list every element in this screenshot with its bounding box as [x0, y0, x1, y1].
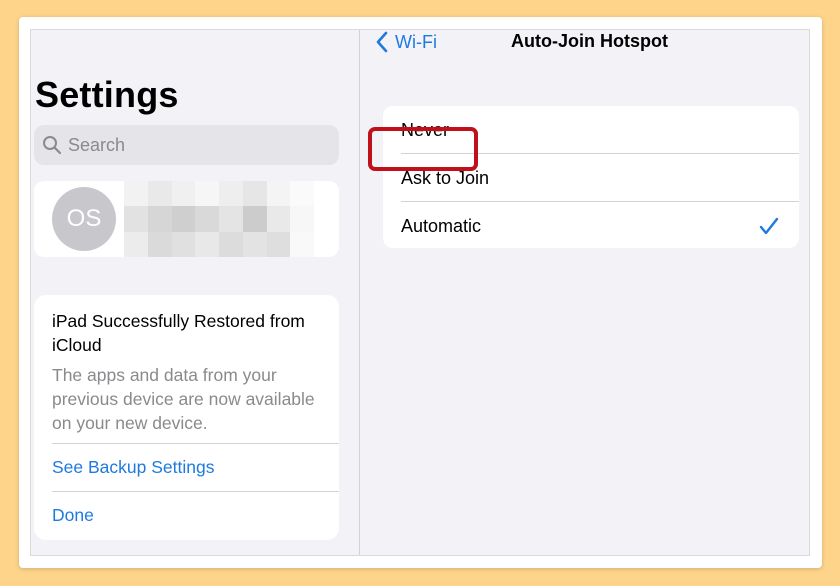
search-icon	[43, 136, 62, 155]
restore-notice-card: iPad Successfully Restored from iCloud T…	[34, 295, 339, 540]
settings-sidebar: Settings Search OS iPad Successfully Res…	[31, 30, 360, 555]
back-label: Wi-Fi	[395, 31, 437, 52]
page-title: Auto-Join Hotspot	[511, 31, 668, 51]
search-placeholder: Search	[68, 134, 126, 155]
settings-title: Settings	[35, 74, 179, 115]
chevron-left-icon	[376, 31, 388, 53]
search-input[interactable]: Search	[34, 125, 339, 165]
divider	[52, 443, 339, 444]
see-backup-settings-link[interactable]: See Backup Settings	[52, 457, 214, 478]
option-automatic[interactable]: Automatic	[383, 202, 799, 250]
divider	[52, 491, 339, 492]
checkmark-icon	[759, 217, 779, 235]
detail-pane: Wi-Fi Auto-Join Hotspot Never Ask to Joi…	[361, 30, 809, 555]
notice-title: iPad Successfully Restored from iCloud	[52, 311, 305, 355]
highlight-box	[368, 127, 478, 171]
apple-id-profile[interactable]: OS	[34, 181, 339, 257]
avatar: OS	[52, 187, 116, 251]
ipad-screen: Settings Search OS iPad Successfully Res…	[30, 29, 810, 556]
notice-body: The apps and data from your previous dev…	[52, 365, 315, 433]
done-link[interactable]: Done	[52, 505, 94, 526]
back-button[interactable]: Wi-Fi	[375, 30, 437, 54]
avatar-initials: OS	[66, 205, 102, 232]
option-label: Automatic	[401, 215, 482, 236]
redacted-name-mosaic	[124, 181, 314, 257]
